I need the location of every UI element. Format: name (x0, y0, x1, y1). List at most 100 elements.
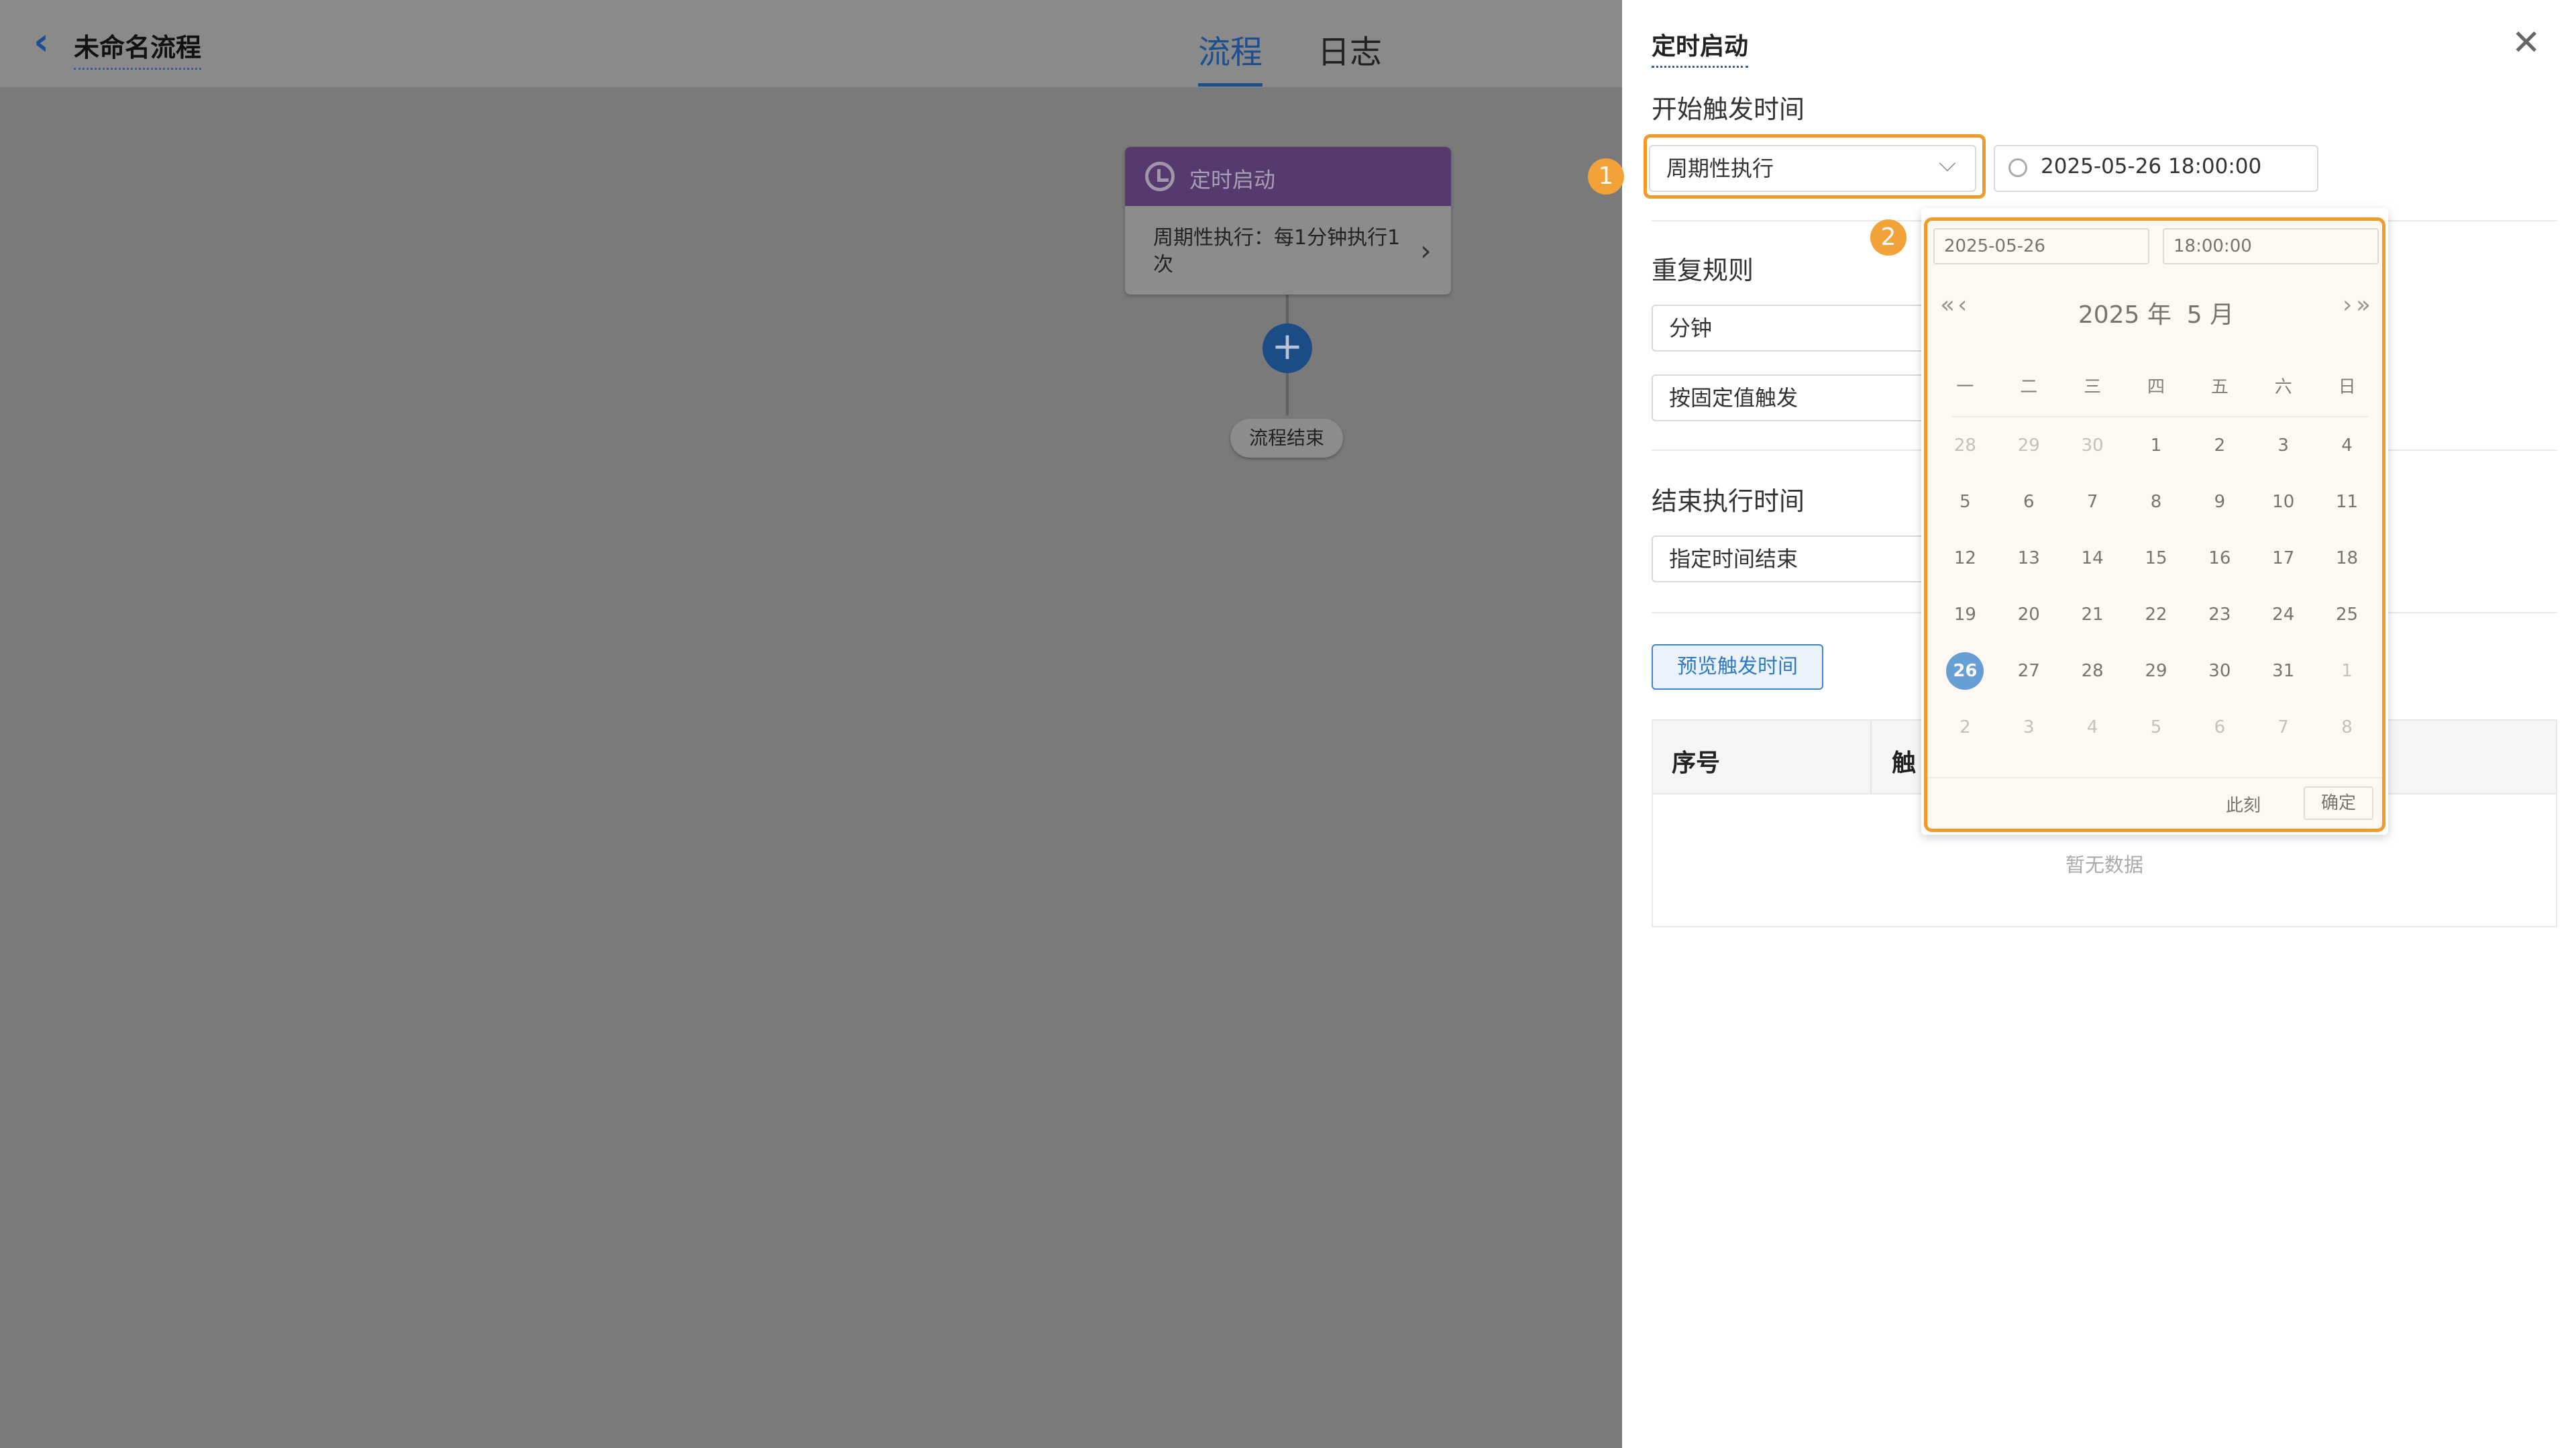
day-cell[interactable]: 29 (2125, 652, 2188, 709)
day-number: 6 (2214, 717, 2226, 737)
day-number: 18 (2336, 548, 2359, 568)
add-node-button[interactable]: + (1263, 323, 1312, 373)
picker-date-input[interactable]: 2025-05-26 (1933, 228, 2149, 264)
day-cell[interactable]: 3 (1997, 709, 2061, 765)
day-cell[interactable]: 18 (2315, 539, 2379, 596)
picker-title: 2025 年 5 月 (1933, 295, 2379, 330)
tab-log[interactable]: 日志 (1318, 25, 1382, 72)
day-cell[interactable]: 4 (2061, 709, 2125, 765)
day-number: 22 (2145, 605, 2167, 625)
day-cell[interactable]: 22 (2125, 596, 2188, 652)
day-cell[interactable]: 29 (1997, 427, 2061, 483)
day-cell[interactable]: 8 (2125, 483, 2188, 539)
day-cell[interactable]: 11 (2315, 483, 2379, 539)
day-number: 17 (2272, 548, 2295, 568)
day-cell[interactable]: 7 (2251, 709, 2315, 765)
panel-title: 定时启动 (1652, 27, 1749, 68)
day-cell[interactable]: 14 (2061, 539, 2125, 596)
day-cell[interactable]: 9 (2188, 483, 2251, 539)
trigger-node-header: 定时启动 (1125, 147, 1451, 206)
end-time-label: 结束执行时间 (1652, 486, 1805, 516)
picker-time-input[interactable]: 18:00:00 (2163, 228, 2379, 264)
day-cell[interactable]: 21 (2061, 596, 2125, 652)
day-cell[interactable]: 1 (2315, 652, 2379, 709)
picker-month-label[interactable]: 5 月 (2187, 301, 2234, 329)
trigger-node-description: 周期性执行：每1分钟执行1次 (1153, 226, 1401, 276)
day-cell[interactable]: 5 (2125, 709, 2188, 765)
back-chevron-icon[interactable]: ‹ (34, 23, 60, 61)
day-cell[interactable]: 1 (2125, 427, 2188, 483)
day-cell[interactable]: 2 (2188, 427, 2251, 483)
end-node: 流程结束 (1230, 419, 1343, 458)
day-cell[interactable]: 2 (1933, 709, 1997, 765)
now-button[interactable]: 此刻 (2226, 792, 2261, 817)
day-number: 20 (2017, 605, 2040, 625)
trigger-node[interactable]: 定时启动 周期性执行：每1分钟执行1次 › (1125, 147, 1451, 295)
day-number: 11 (2336, 492, 2359, 512)
preview-trigger-time-button[interactable]: 预览触发时间 (1652, 644, 1823, 690)
day-cell[interactable]: 28 (1933, 427, 1997, 483)
weekday-header: 一 二 三 四 五 六 日 (1933, 373, 2379, 407)
close-icon[interactable]: ✕ (2512, 23, 2541, 63)
day-cell[interactable]: 4 (2315, 427, 2379, 483)
day-number: 10 (2272, 492, 2295, 512)
picker-navigation: « ‹ 2025 年 5 月 › » (1933, 291, 2379, 331)
confirm-button[interactable]: 确定 (2304, 786, 2373, 820)
day-cell[interactable]: 6 (2188, 709, 2251, 765)
day-number: 14 (2081, 548, 2104, 568)
next-month-icon[interactable]: › (2343, 291, 2352, 319)
day-cell[interactable]: 23 (2188, 596, 2251, 652)
day-number: 1 (2341, 661, 2353, 681)
day-number: 16 (2208, 548, 2231, 568)
day-cell[interactable]: 3 (2251, 427, 2315, 483)
repeat-unit-select[interactable]: 分钟 (1652, 305, 1960, 352)
day-cell[interactable]: 12 (1933, 539, 1997, 596)
day-cell[interactable]: 25 (2315, 596, 2379, 652)
day-cell[interactable]: 28 (2061, 652, 2125, 709)
picker-year-label[interactable]: 2025 年 (2078, 301, 2171, 329)
day-number: 31 (2272, 661, 2295, 681)
day-number: 2 (2214, 435, 2226, 456)
divider (1927, 777, 2383, 778)
day-cell[interactable]: 24 (2251, 596, 2315, 652)
day-number: 13 (2017, 548, 2040, 568)
day-cell[interactable]: 30 (2061, 427, 2125, 483)
chevron-right-icon: › (1420, 234, 1432, 267)
execution-mode-select[interactable]: 周期性执行 (1649, 145, 1976, 192)
day-cell[interactable]: 7 (2061, 483, 2125, 539)
annotation-badge-2: 2 (1870, 219, 1907, 256)
day-number: 3 (2277, 435, 2289, 456)
day-cell[interactable]: 19 (1933, 596, 1997, 652)
day-cell[interactable]: 17 (2251, 539, 2315, 596)
day-cell[interactable]: 20 (1997, 596, 2061, 652)
day-cell[interactable]: 8 (2315, 709, 2379, 765)
day-cell-selected[interactable]: 26 (1933, 652, 1997, 709)
day-cell[interactable]: 31 (2251, 652, 2315, 709)
repeat-type-select[interactable]: 按固定值触发 (1652, 374, 1960, 421)
start-time-label: 开始触发时间 (1652, 95, 1805, 124)
process-title[interactable]: 未命名流程 (74, 27, 202, 70)
day-number: 9 (2214, 492, 2226, 512)
day-cell[interactable]: 30 (2188, 652, 2251, 709)
day-number: 30 (2081, 435, 2104, 456)
day-number: 7 (2277, 717, 2289, 737)
day-cell[interactable]: 13 (1997, 539, 2061, 596)
day-number: 28 (1953, 435, 1976, 456)
day-number: 2 (1960, 717, 1971, 737)
day-number: 30 (2208, 661, 2231, 681)
day-number: 3 (2023, 717, 2035, 737)
day-cell[interactable]: 27 (1997, 652, 2061, 709)
day-cell[interactable]: 15 (2125, 539, 2188, 596)
empty-state-text: 暂无数据 (2065, 854, 2143, 876)
day-cell[interactable]: 5 (1933, 483, 1997, 539)
tab-flow[interactable]: 流程 (1198, 25, 1263, 87)
day-number: 21 (2081, 605, 2104, 625)
weekday-label: 三 (2084, 377, 2102, 397)
day-cell[interactable]: 10 (2251, 483, 2315, 539)
next-year-icon[interactable]: » (2356, 291, 2371, 319)
day-number: 4 (2341, 435, 2353, 456)
trigger-node-title: 定时启动 (1189, 167, 1276, 193)
day-cell[interactable]: 6 (1997, 483, 2061, 539)
end-mode-select[interactable]: 指定时间结束 (1652, 535, 1960, 582)
day-cell[interactable]: 16 (2188, 539, 2251, 596)
